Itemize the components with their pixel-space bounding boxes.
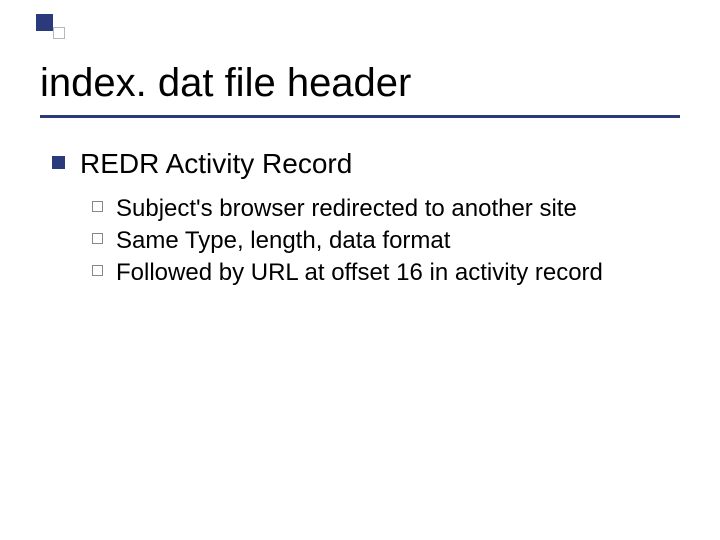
hollow-square-bullet-icon bbox=[92, 265, 103, 276]
decorative-squares bbox=[36, 14, 66, 44]
title-rule bbox=[40, 115, 680, 118]
hollow-square-bullet-icon bbox=[92, 201, 103, 212]
level2-text: Same Type, length, data format bbox=[116, 227, 450, 254]
sublist: Subject's browser redirected to another … bbox=[80, 193, 680, 290]
bullet-level1: REDR Activity Record Subject's browser r… bbox=[48, 146, 680, 290]
slide-title: index. dat file header bbox=[40, 62, 680, 105]
level1-heading: REDR Activity Record bbox=[80, 148, 352, 179]
bullet-level2: Followed by URL at offset 16 in activity… bbox=[92, 257, 680, 289]
level2-text: Followed by URL at offset 16 in activity… bbox=[116, 259, 603, 286]
level2-text: Subject's browser redirected to another … bbox=[116, 195, 577, 222]
slide: index. dat file header REDR Activity Rec… bbox=[0, 0, 720, 540]
square-bullet-icon bbox=[52, 156, 65, 169]
hollow-square-bullet-icon bbox=[92, 233, 103, 244]
content-area: REDR Activity Record Subject's browser r… bbox=[40, 146, 680, 290]
bullet-level2: Same Type, length, data format bbox=[92, 225, 680, 257]
bullet-level2: Subject's browser redirected to another … bbox=[92, 193, 680, 225]
